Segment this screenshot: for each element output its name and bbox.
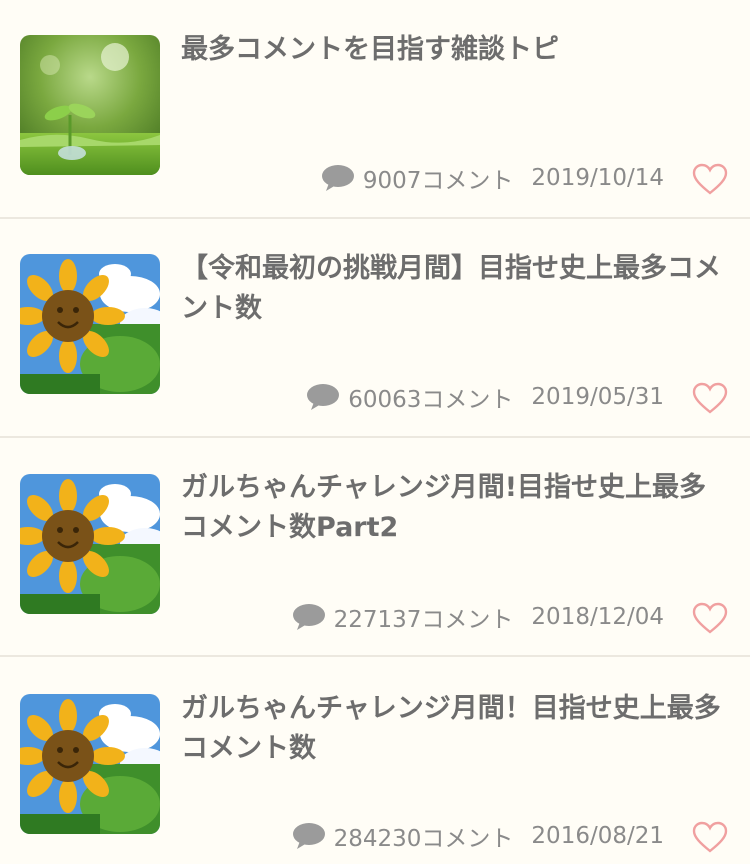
topic-date: 2019/05/31 bbox=[531, 384, 664, 410]
topic-date: 2016/08/21 bbox=[531, 823, 664, 849]
sprout-photo-icon[interactable] bbox=[20, 35, 160, 175]
topic-date: 2019/10/14 bbox=[531, 165, 664, 191]
speech-bubble-icon bbox=[307, 384, 340, 410]
topic-date: 2018/12/04 bbox=[531, 604, 664, 630]
topic-meta: 227137コメント 2018/12/04 bbox=[181, 602, 664, 633]
comment-count: 227137コメント bbox=[333, 607, 514, 633]
comment-count: 60063コメント bbox=[348, 387, 514, 413]
speech-bubble-icon bbox=[292, 604, 325, 630]
topic-list: 最多コメントを目指す雑談トピ 9007コメント 2019/10/14 【令和最初… bbox=[0, 0, 750, 864]
sunflower-photo-icon[interactable] bbox=[20, 694, 160, 834]
comment-count: 9007コメント bbox=[362, 168, 514, 194]
comment-count: 284230コメント bbox=[333, 826, 514, 852]
topic-meta: 284230コメント 2016/08/21 bbox=[181, 821, 664, 852]
topic-meta: 9007コメント 2019/10/14 bbox=[181, 163, 664, 194]
sunflower-photo-icon[interactable] bbox=[20, 474, 160, 614]
sunflower-photo-icon[interactable] bbox=[20, 254, 160, 394]
heart-outline-icon[interactable] bbox=[692, 602, 728, 634]
speech-bubble-icon bbox=[321, 165, 354, 191]
topic-item[interactable]: ガルちゃんチャレンジ月間!目指せ史上最多コメント数Part2 227137コメン… bbox=[0, 438, 750, 657]
speech-bubble-icon bbox=[292, 823, 325, 849]
topic-title[interactable]: ガルちゃんチャレンジ月間!目指せ史上最多コメント数Part2 bbox=[181, 468, 731, 548]
topic-meta: 60063コメント 2019/05/31 bbox=[181, 382, 664, 413]
topic-title[interactable]: ガルちゃんチャレンジ月間！目指せ史上最多コメント数 bbox=[181, 689, 731, 769]
topic-title[interactable]: 最多コメントを目指す雑談トピ bbox=[181, 30, 731, 70]
heart-outline-icon[interactable] bbox=[692, 163, 728, 195]
heart-outline-icon[interactable] bbox=[692, 821, 728, 853]
topic-item[interactable]: 最多コメントを目指す雑談トピ 9007コメント 2019/10/14 bbox=[0, 0, 750, 219]
topic-title[interactable]: 【令和最初の挑戦月間】目指せ史上最多コメント数 bbox=[181, 249, 731, 329]
topic-item[interactable]: ガルちゃんチャレンジ月間！目指せ史上最多コメント数 284230コメント 201… bbox=[0, 657, 750, 864]
topic-item[interactable]: 【令和最初の挑戦月間】目指せ史上最多コメント数 60063コメント 2019/0… bbox=[0, 219, 750, 438]
heart-outline-icon[interactable] bbox=[692, 382, 728, 414]
